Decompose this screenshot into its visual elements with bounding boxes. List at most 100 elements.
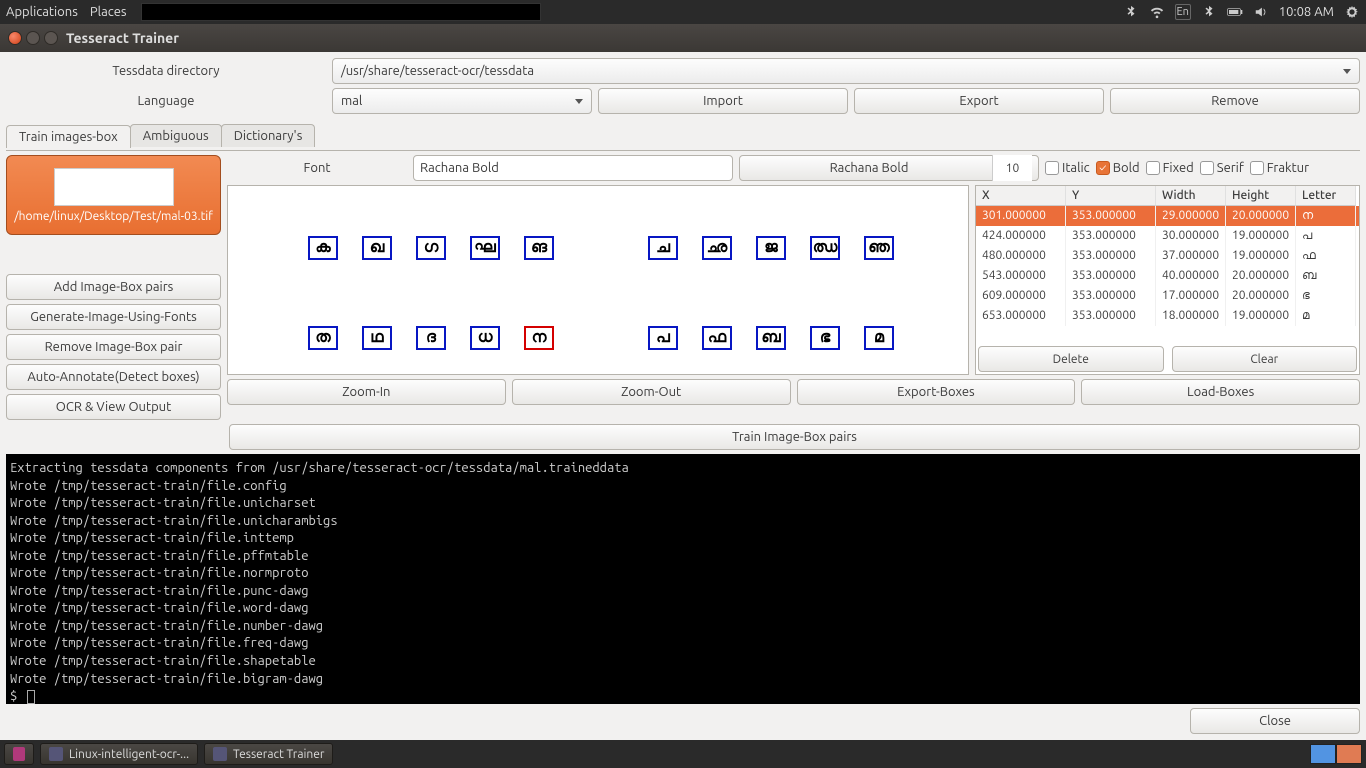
remove-button[interactable]: Remove <box>1110 88 1360 114</box>
load-boxes-button[interactable]: Load-Boxes <box>1081 379 1360 405</box>
export-boxes-button[interactable]: Export-Boxes <box>797 379 1076 405</box>
window-titlebar[interactable]: Tesseract Trainer <box>0 24 1366 52</box>
import-button[interactable]: Import <box>598 88 848 114</box>
output-terminal[interactable]: Extracting tessdata components from /usr… <box>6 454 1360 704</box>
workspace-1[interactable] <box>1310 744 1336 764</box>
language-combo[interactable]: mal <box>332 88 592 114</box>
window-close-button[interactable] <box>8 31 22 45</box>
table-header: X Y Width Height Letter <box>976 186 1359 206</box>
fixed-checkbox[interactable]: Fixed <box>1146 161 1194 175</box>
train-image-box-pairs-button[interactable]: Train Image-Box pairs <box>229 424 1360 450</box>
ocr-view-output-button[interactable]: OCR & View Output <box>6 394 221 420</box>
font-picker-button[interactable]: Rachana Bold 10 <box>739 155 1039 181</box>
add-image-box-pairs-button[interactable]: Add Image-Box pairs <box>6 274 221 300</box>
glyph-box[interactable]: ഞ <box>864 236 894 260</box>
bold-checkbox[interactable]: Bold <box>1096 161 1140 175</box>
table-row[interactable]: 609.000000353.00000017.00000020.000000ഭ <box>976 286 1359 306</box>
wifi-icon[interactable] <box>1149 4 1165 20</box>
glyph-box[interactable]: ങ <box>524 236 554 260</box>
glyph-box[interactable]: പ <box>648 326 678 350</box>
clear-boxes-button[interactable]: Clear <box>1172 346 1358 372</box>
tab-train-images-box[interactable]: Train images-box <box>6 125 131 148</box>
fraktur-checkbox[interactable]: Fraktur <box>1250 161 1309 175</box>
delete-box-button[interactable]: Delete <box>978 346 1164 372</box>
power-cog-icon[interactable] <box>1344 4 1360 20</box>
chevron-down-icon <box>1343 69 1351 74</box>
bluetooth-icon[interactable] <box>1123 4 1139 20</box>
cell: പ <box>1296 226 1356 246</box>
chevron-down-icon <box>575 99 583 104</box>
cell: 20.000000 <box>1226 286 1296 306</box>
workspace-2[interactable] <box>1336 744 1362 764</box>
glyph-box[interactable]: ധ <box>470 326 500 350</box>
serif-checkbox[interactable]: Serif <box>1200 161 1244 175</box>
glyph-box[interactable]: ഭ <box>810 326 840 350</box>
table-row[interactable]: 301.000000353.00000029.00000020.000000ന <box>976 206 1359 226</box>
tessdata-dir-value: /usr/share/tesseract-ocr/tessdata <box>341 64 534 78</box>
app-icon <box>49 747 63 761</box>
window-minimize-button[interactable] <box>26 31 40 45</box>
glyph-box[interactable]: ബ <box>756 326 786 350</box>
export-button[interactable]: Export <box>854 88 1104 114</box>
glyph-box[interactable]: ന <box>524 326 554 350</box>
glyph-box[interactable]: ത <box>308 326 338 350</box>
zoom-in-button[interactable]: Zoom-In <box>227 379 506 405</box>
fixed-label: Fixed <box>1163 161 1194 175</box>
clock[interactable]: 10:08 AM <box>1279 5 1334 19</box>
glyph-box[interactable]: ജ <box>756 236 786 260</box>
battery-icon[interactable] <box>1227 4 1243 20</box>
font-size-value: 10 <box>992 155 1032 181</box>
window-maximize-button[interactable] <box>44 31 58 45</box>
glyph-box[interactable]: ഖ <box>362 236 392 260</box>
language-label: Language <box>6 94 326 108</box>
close-button[interactable]: Close <box>1190 708 1360 734</box>
glyph-box[interactable]: ച <box>648 236 678 260</box>
font-label: Font <box>227 161 407 175</box>
keyboard-layout-indicator[interactable]: En <box>1175 4 1191 20</box>
glyph-box[interactable]: ഫ <box>702 326 732 350</box>
glyph-box[interactable]: ഥ <box>362 326 392 350</box>
zoom-out-button[interactable]: Zoom-Out <box>512 379 791 405</box>
taskbar-label: Linux-intelligent-ocr-... <box>69 748 189 761</box>
table-row[interactable]: 480.000000353.00000037.00000019.000000ഫ <box>976 246 1359 266</box>
boxes-table[interactable]: X Y Width Height Letter 301.000000353.00… <box>975 185 1360 375</box>
auto-annotate-button[interactable]: Auto-Annotate(Detect boxes) <box>6 364 221 390</box>
glyph-box[interactable]: ഝ <box>810 236 840 260</box>
image-canvas[interactable]: കഖഗഘങ ചഛജഝഞ തഥദധന പഫബഭമ <box>227 185 969 375</box>
image-path-label: /home/linux/Desktop/Test/mal-03.tif <box>14 210 213 223</box>
tessdata-dir-combo[interactable]: /usr/share/tesseract-ocr/tessdata <box>332 58 1360 84</box>
taskbar-item-tesseract-trainer[interactable]: Tesseract Trainer <box>204 743 333 765</box>
sound-icon[interactable] <box>1253 4 1269 20</box>
panel-spectrum-applet <box>141 3 541 21</box>
glyph-box[interactable]: ഛ <box>702 236 732 260</box>
show-desktop-button[interactable] <box>4 743 34 765</box>
applications-menu[interactable]: Applications <box>6 5 78 19</box>
bluetooth-icon-2[interactable] <box>1201 4 1217 20</box>
cell: 18.000000 <box>1156 306 1226 326</box>
language-value: mal <box>341 94 362 108</box>
cell: 40.000000 <box>1156 266 1226 286</box>
generate-image-using-fonts-button[interactable]: Generate-Image-Using-Fonts <box>6 304 221 330</box>
cell: ഭ <box>1296 286 1356 306</box>
cell: 19.000000 <box>1226 226 1296 246</box>
table-row[interactable]: 543.000000353.00000040.00000020.000000ബ <box>976 266 1359 286</box>
cell: 30.000000 <box>1156 226 1226 246</box>
serif-label: Serif <box>1217 161 1244 175</box>
glyph-box[interactable]: ഘ <box>470 236 500 260</box>
tab-ambiguous[interactable]: Ambiguous <box>130 124 222 147</box>
glyph-box[interactable]: ദ <box>416 326 446 350</box>
taskbar-item-liocr[interactable]: Linux-intelligent-ocr-... <box>40 743 198 765</box>
table-row[interactable]: 653.000000353.00000018.00000019.000000മ <box>976 306 1359 326</box>
remove-image-box-pair-button[interactable]: Remove Image-Box pair <box>6 334 221 360</box>
tab-dictionarys[interactable]: Dictionary's <box>221 124 316 147</box>
glyph-box[interactable]: ക <box>308 236 338 260</box>
places-menu[interactable]: Places <box>90 5 127 19</box>
table-row[interactable]: 424.000000353.00000030.00000019.000000പ <box>976 226 1359 246</box>
font-name-input[interactable]: Rachana Bold <box>413 155 733 181</box>
glyph-box[interactable]: മ <box>864 326 894 350</box>
italic-checkbox[interactable]: Italic <box>1045 161 1090 175</box>
workspace-switcher[interactable] <box>1310 744 1362 764</box>
image-list-item[interactable]: /home/linux/Desktop/Test/mal-03.tif <box>6 155 221 235</box>
bottom-panel: Linux-intelligent-ocr-... Tesseract Trai… <box>0 740 1366 768</box>
glyph-box[interactable]: ഗ <box>416 236 446 260</box>
